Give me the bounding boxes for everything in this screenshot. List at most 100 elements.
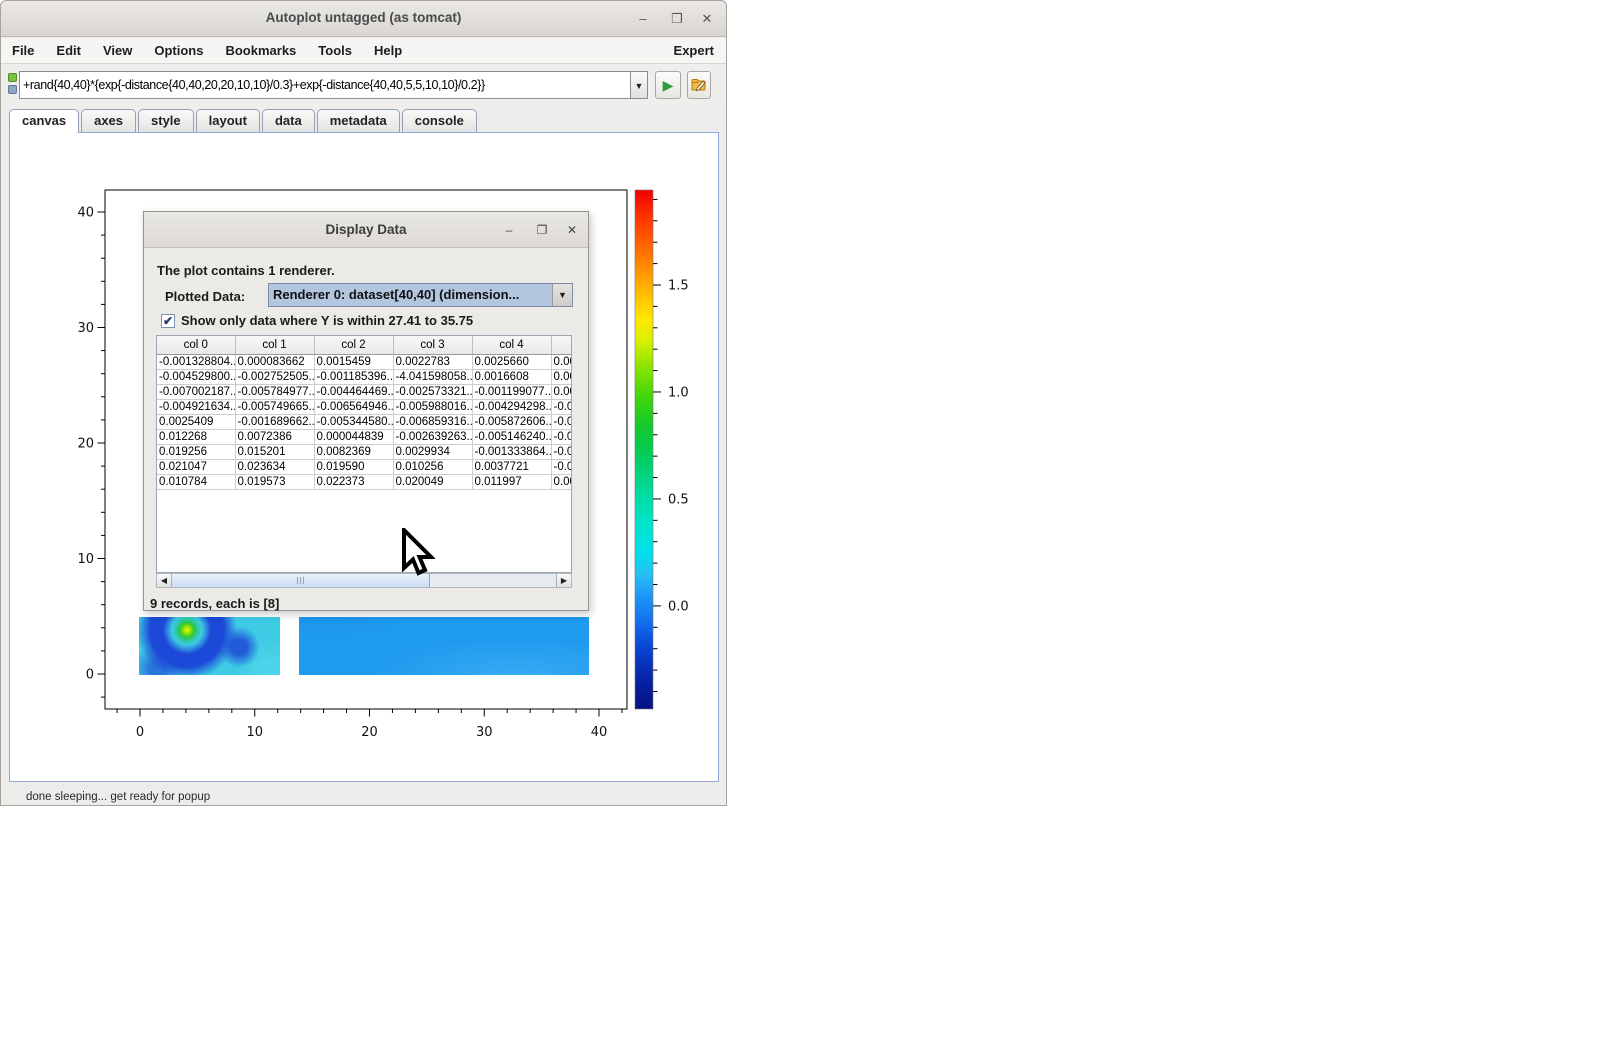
menu-bookmarks[interactable]: Bookmarks — [214, 38, 307, 64]
column-header[interactable]: col 1 — [235, 336, 314, 354]
tab-axes[interactable]: axes — [81, 109, 136, 132]
table-cell[interactable]: -0.006564946... — [314, 399, 393, 414]
maximize-icon[interactable]: ❐ — [666, 8, 688, 30]
minimize-icon[interactable]: – — [632, 8, 654, 30]
column-header[interactable]: col 3 — [393, 336, 472, 354]
table-cell[interactable]: 0.022373 — [314, 474, 393, 489]
table-cell[interactable]: 0.000083662 — [235, 354, 314, 369]
tab-canvas[interactable]: canvas — [9, 109, 79, 133]
table-cell[interactable]: -4.041598058... — [393, 369, 472, 384]
window-titlebar[interactable]: Autoplot untagged (as tomcat) – ❐ ✕ — [1, 1, 726, 37]
dialog-close-icon[interactable]: ✕ — [561, 219, 583, 241]
table-cell[interactable]: -0.002639263... — [393, 429, 472, 444]
table-cell[interactable]: -0.005872606... — [472, 414, 551, 429]
table-row[interactable]: -0.004921634...-0.005749665...-0.0065649… — [157, 399, 572, 414]
table-row[interactable]: 0.0122680.00723860.000044839-0.002639263… — [157, 429, 572, 444]
table-cell[interactable]: 0.019573 — [235, 474, 314, 489]
table-cell[interactable]: 0.020049 — [393, 474, 472, 489]
column-header[interactable]: col 2 — [314, 336, 393, 354]
expert-toggle[interactable]: Expert — [674, 43, 714, 58]
table-cell[interactable]: 0.0025409 — [157, 414, 235, 429]
tab-metadata[interactable]: metadata — [317, 109, 400, 132]
close-icon[interactable]: ✕ — [696, 8, 718, 30]
table-cell[interactable]: 0.0037721 — [472, 459, 551, 474]
table-cell[interactable]: 0.021047 — [157, 459, 235, 474]
table-cell[interactable]: -0.001199077... — [472, 384, 551, 399]
table-cell[interactable]: -0.002573321... — [393, 384, 472, 399]
table-row[interactable]: 0.0192560.0152010.00823690.0029934-0.001… — [157, 444, 572, 459]
address-input[interactable] — [19, 71, 631, 99]
table-cell[interactable]: 0.00 — [551, 474, 572, 489]
dialog-minimize-icon[interactable]: – — [498, 219, 520, 241]
menu-file[interactable]: File — [1, 38, 45, 64]
table-cell[interactable]: -0.004529800... — [157, 369, 235, 384]
column-header[interactable]: col 0 — [157, 336, 235, 354]
tab-console[interactable]: console — [402, 109, 477, 132]
table-cell[interactable]: 0.012268 — [157, 429, 235, 444]
menu-options[interactable]: Options — [143, 38, 214, 64]
table-cell[interactable]: 0.011997 — [472, 474, 551, 489]
table-cell[interactable]: 0.015201 — [235, 444, 314, 459]
table-cell[interactable]: 0.00 — [551, 369, 572, 384]
table-cell[interactable]: 0.0072386 — [235, 429, 314, 444]
scroll-left-icon[interactable]: ◀ — [157, 574, 172, 587]
table-cell[interactable]: 0.010256 — [393, 459, 472, 474]
table-cell[interactable]: 0.0015459 — [314, 354, 393, 369]
tab-layout[interactable]: layout — [196, 109, 260, 132]
table-row[interactable]: 0.0107840.0195730.0223730.0200490.011997… — [157, 474, 572, 489]
table-cell[interactable]: 0.0025660 — [472, 354, 551, 369]
tab-data[interactable]: data — [262, 109, 315, 132]
table-cell[interactable]: -0.0 — [551, 444, 572, 459]
table-cell[interactable]: -0.004921634... — [157, 399, 235, 414]
inspect-uri-button[interactable] — [687, 71, 711, 99]
table-cell[interactable]: -0.004294298... — [472, 399, 551, 414]
table-cell[interactable]: -0.002752505... — [235, 369, 314, 384]
table-cell[interactable]: -0.006859316... — [393, 414, 472, 429]
menu-view[interactable]: View — [92, 38, 143, 64]
table-cell[interactable]: -0.005146240... — [472, 429, 551, 444]
column-header[interactable]: col 4 — [472, 336, 551, 354]
table-row[interactable]: 0.0025409-0.001689662...-0.005344580...-… — [157, 414, 572, 429]
table-row[interactable]: 0.0210470.0236340.0195900.0102560.003772… — [157, 459, 572, 474]
table-cell[interactable]: 0.0016608 — [472, 369, 551, 384]
table-cell[interactable]: -0.0 — [551, 459, 572, 474]
table-cell[interactable]: -0.005749665... — [235, 399, 314, 414]
table-row[interactable]: -0.001328804...0.0000836620.00154590.002… — [157, 354, 572, 369]
table-cell[interactable]: -0.005988016... — [393, 399, 472, 414]
table-cell[interactable]: -0.0 — [551, 399, 572, 414]
table-cell[interactable]: 0.000044839 — [314, 429, 393, 444]
scrollbar-track[interactable] — [430, 574, 556, 587]
table-cell[interactable]: 0.0029934 — [393, 444, 472, 459]
tab-style[interactable]: style — [138, 109, 194, 132]
address-dropdown-button[interactable]: ▼ — [631, 71, 648, 99]
dialog-maximize-icon[interactable]: ❐ — [531, 219, 553, 241]
horizontal-scrollbar[interactable]: ◀ ▶ — [156, 573, 572, 588]
colorbar[interactable] — [635, 190, 653, 709]
go-plot-button[interactable]: ▶ — [655, 71, 681, 99]
table-cell[interactable]: -0.007002187... — [157, 384, 235, 399]
scrollbar-thumb[interactable] — [172, 574, 430, 587]
table-cell[interactable]: 0.0082369 — [314, 444, 393, 459]
plotted-data-combobox[interactable]: Renderer 0: dataset[40,40] (dimension...… — [268, 283, 573, 307]
table-cell[interactable]: 0.010784 — [157, 474, 235, 489]
table-cell[interactable]: 0.00 — [551, 384, 572, 399]
menu-edit[interactable]: Edit — [45, 38, 92, 64]
table-cell[interactable]: -0.005784977... — [235, 384, 314, 399]
table-cell[interactable]: 0.019256 — [157, 444, 235, 459]
table-cell[interactable]: -0.0 — [551, 414, 572, 429]
scroll-right-icon[interactable]: ▶ — [556, 574, 571, 587]
table-cell[interactable]: 0.00 — [551, 354, 572, 369]
table-cell[interactable]: -0.001333864... — [472, 444, 551, 459]
table-cell[interactable]: -0.0 — [551, 429, 572, 444]
table-cell[interactable]: 0.0022783 — [393, 354, 472, 369]
filter-checkbox[interactable]: ✔ — [161, 314, 175, 328]
column-header[interactable] — [551, 336, 572, 354]
table-cell[interactable]: -0.005344580... — [314, 414, 393, 429]
menu-tools[interactable]: Tools — [307, 38, 363, 64]
table-cell[interactable]: 0.019590 — [314, 459, 393, 474]
table-cell[interactable]: -0.004464469... — [314, 384, 393, 399]
table-row[interactable]: -0.007002187...-0.005784977...-0.0044644… — [157, 384, 572, 399]
table-cell[interactable]: -0.001689662... — [235, 414, 314, 429]
menu-help[interactable]: Help — [363, 38, 413, 64]
table-cell[interactable]: -0.001328804... — [157, 354, 235, 369]
